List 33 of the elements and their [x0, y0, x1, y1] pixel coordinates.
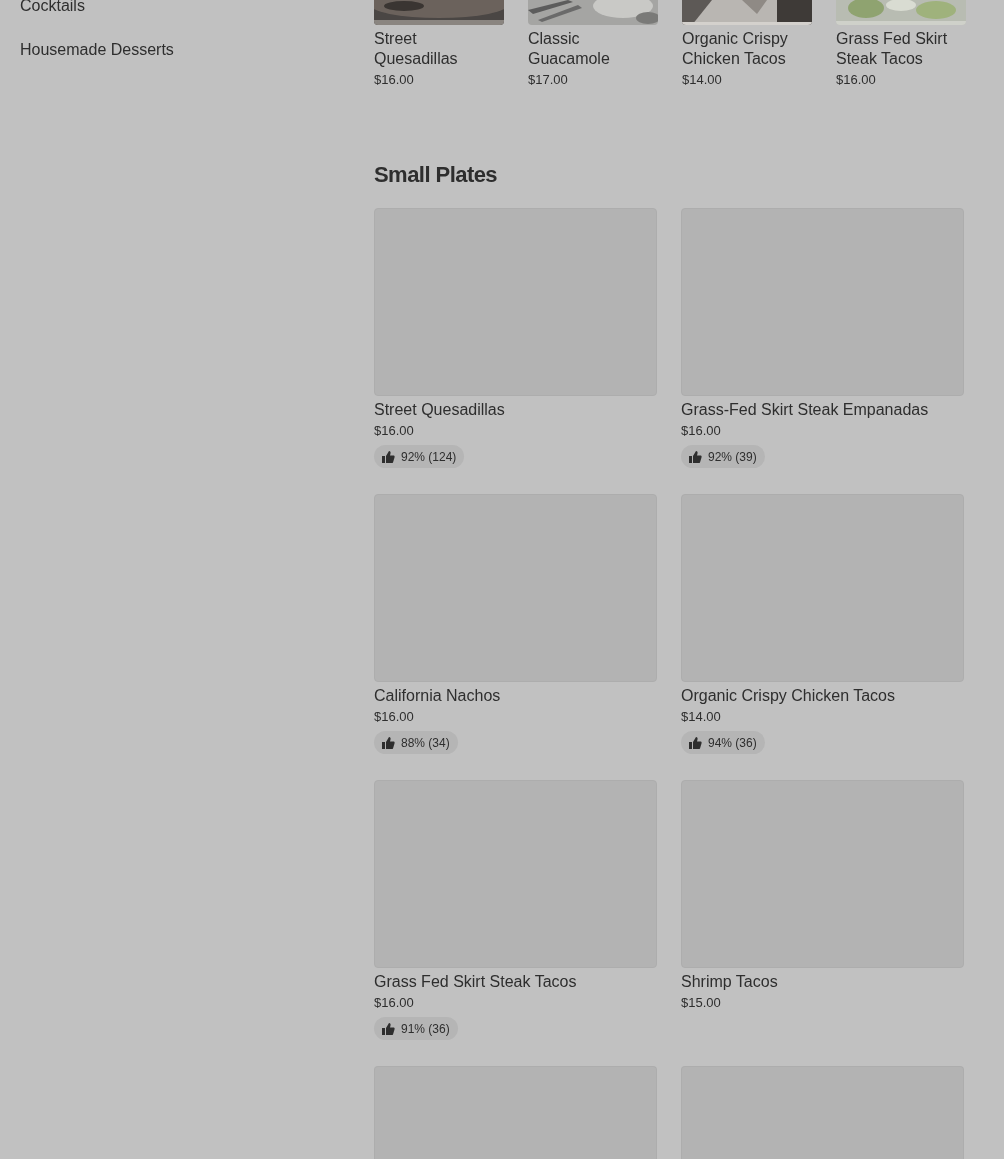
rating-text: 92% (124) — [401, 448, 457, 466]
item-name[interactable]: Street Quesadillas — [374, 400, 505, 420]
item-price: $16.00 — [681, 423, 721, 439]
thumbs-up-icon — [689, 736, 702, 749]
rating-text: 92% (39) — [708, 448, 757, 466]
item-price: $16.00 — [374, 995, 414, 1011]
sidebar-link[interactable]: Cocktails — [20, 0, 85, 16]
item-price: $16.00 — [374, 709, 414, 725]
item-name[interactable]: Street Quesadillas — [374, 29, 504, 69]
thumbs-up-icon — [382, 1022, 395, 1035]
item-price: $14.00 — [681, 709, 721, 725]
section-title: Small Plates — [374, 161, 499, 189]
item-price: $16.00 — [374, 72, 414, 88]
item-name[interactable]: Shrimp Tacos — [681, 972, 778, 992]
thumbs-up-icon — [689, 450, 702, 463]
rating-text: 91% (36) — [401, 1020, 450, 1038]
sidebar-link[interactable]: Housemade Desserts — [20, 40, 174, 60]
item-price: $15.00 — [681, 995, 721, 1011]
item-name[interactable]: Grass-Fed Skirt Steak Empanadas — [681, 400, 929, 420]
thumbs-up-icon — [382, 736, 395, 749]
item-name[interactable]: Organic Crispy Chicken Tacos — [682, 29, 812, 69]
item-price: $17.00 — [528, 72, 568, 88]
item-name[interactable]: California Nachos — [374, 686, 501, 706]
item-name[interactable]: Grass Fed Skirt Steak Tacos — [374, 972, 577, 992]
item-price: $14.00 — [682, 72, 722, 88]
item-name[interactable]: Classic Guacamole — [528, 29, 658, 69]
item-name[interactable]: Grass Fed Skirt Steak Tacos — [836, 29, 966, 69]
rating-text: 88% (34) — [401, 734, 450, 752]
thumbs-up-icon — [382, 450, 395, 463]
item-price: $16.00 — [374, 423, 414, 439]
rating-text: 94% (36) — [708, 734, 757, 752]
item-name[interactable]: Organic Crispy Chicken Tacos — [681, 686, 895, 706]
item-price: $16.00 — [836, 72, 876, 88]
